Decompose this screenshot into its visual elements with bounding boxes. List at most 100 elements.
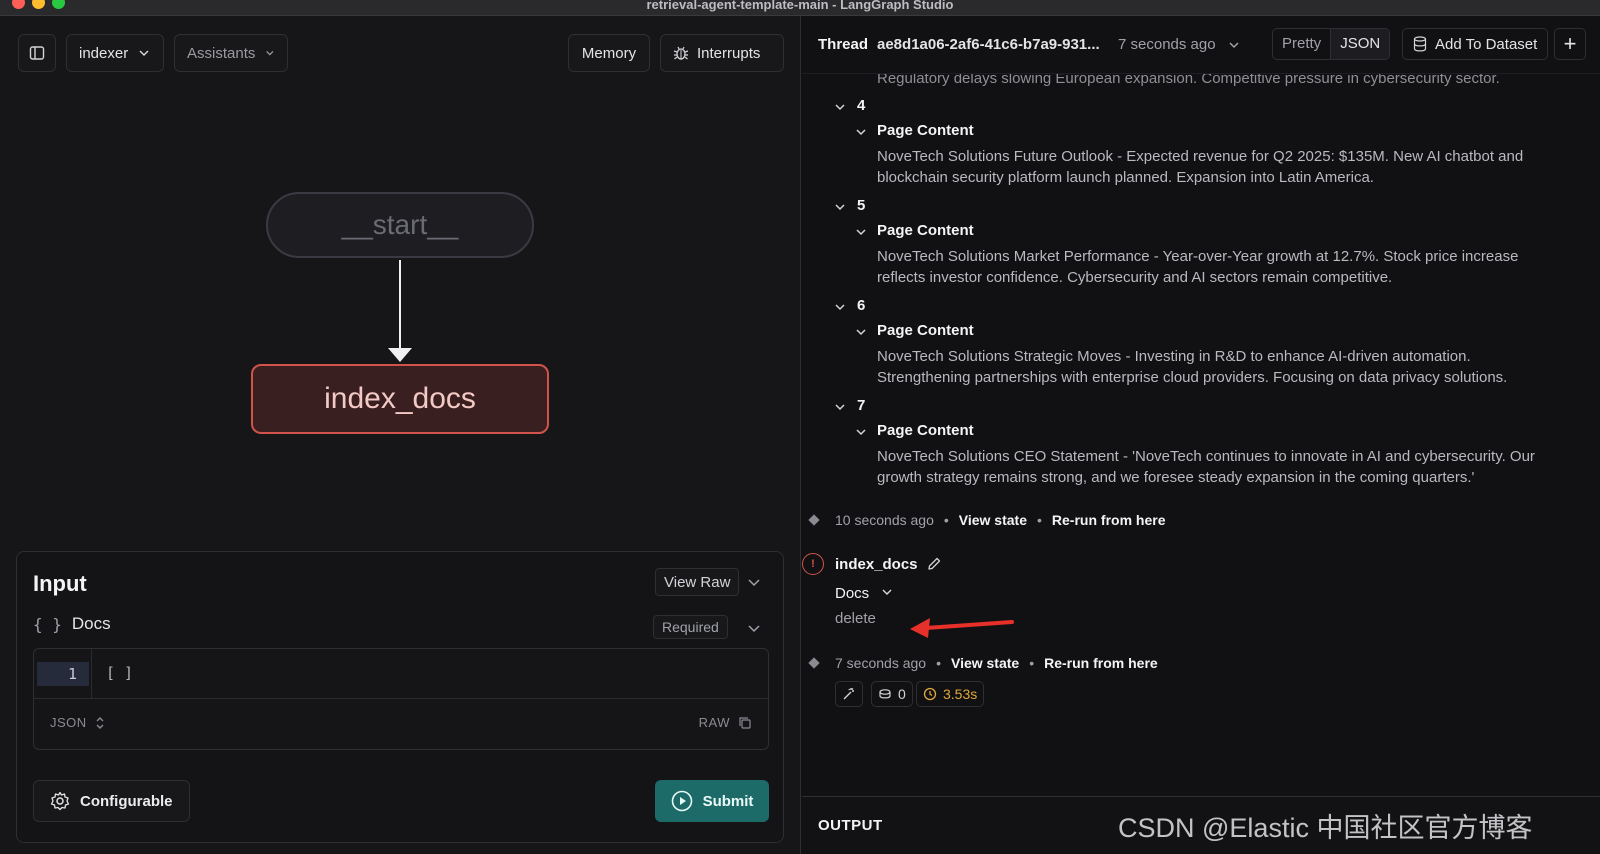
json-editor[interactable]: 1 [ ] JSON RAW: [33, 648, 769, 750]
chevron-down-icon[interactable]: [834, 301, 846, 313]
object-braces-icon: { }: [33, 614, 62, 634]
assistants-select[interactable]: Assistants: [174, 34, 288, 72]
submit-button[interactable]: Submit: [655, 780, 769, 822]
separator-dot: •: [943, 512, 949, 528]
chevron-down-icon: [266, 50, 274, 56]
gear-icon: [50, 791, 70, 811]
pencil-icon[interactable]: [926, 556, 942, 572]
clock-icon: [923, 687, 937, 701]
node-run-field-label: Docs: [835, 585, 870, 602]
docs-label-text: Docs: [71, 614, 111, 633]
doc-field-label: Page Content: [877, 322, 974, 339]
format-label: JSON: [50, 715, 87, 730]
node-label: __start__: [341, 209, 459, 240]
latency-value: 3.53s: [943, 686, 978, 702]
assistants-label: Assistants: [187, 44, 256, 62]
thread-time: 7 seconds ago: [1118, 36, 1216, 53]
chevron-down-icon: [1229, 42, 1239, 49]
sidebar-icon: [29, 46, 45, 60]
plus-icon: +: [1563, 31, 1577, 56]
chevron-down-icon[interactable]: [855, 326, 867, 338]
chevron-down-icon[interactable]: [855, 426, 867, 438]
chevron-down-icon[interactable]: [855, 126, 867, 138]
watermark: CSDN @Elastic 中国社区官方博客: [1118, 813, 1533, 843]
view-mode-json[interactable]: JSON: [1330, 29, 1390, 59]
error-icon: !: [802, 553, 824, 575]
memory-label: Memory: [581, 44, 637, 62]
copy-icon[interactable]: [738, 716, 752, 730]
doc-page-content: NoveTech Solutions Market Performance - …: [877, 248, 1519, 286]
window-title: retrieval-agent-template-main - LangGrap…: [646, 0, 954, 12]
format-select[interactable]: JSON: [50, 715, 105, 730]
raw-label: RAW: [698, 715, 730, 730]
doc-index: 4: [857, 97, 866, 114]
collapse-input-chevron-icon[interactable]: [747, 575, 761, 589]
coins-icon: [879, 689, 891, 699]
configurable-label: Configurable: [80, 792, 173, 810]
doc-page-content: NoveTech Solutions Strategic Moves - Inv…: [877, 348, 1508, 386]
graph-pane: indexer Assistants Memory Interrupts __s…: [0, 16, 801, 854]
chevron-down-icon[interactable]: [834, 401, 846, 413]
add-to-dataset-button[interactable]: Add To Dataset: [1402, 28, 1549, 60]
graph-select[interactable]: indexer: [66, 34, 164, 72]
graph-node-index-docs[interactable]: index_docs: [251, 364, 549, 434]
collapse-docs-chevron-icon[interactable]: [747, 621, 761, 635]
view-raw-label: View Raw: [664, 573, 731, 591]
memory-button[interactable]: Memory: [568, 34, 650, 72]
chevron-down-icon[interactable]: [834, 101, 846, 113]
configurable-button[interactable]: Configurable: [33, 780, 190, 822]
graph-node-start[interactable]: __start__: [266, 192, 534, 258]
doc-index: 6: [857, 297, 866, 314]
node-error-indicator: !: [802, 553, 824, 575]
doc-index: 7: [857, 397, 866, 414]
doc-page-content: NoveTech Solutions CEO Statement - 'Nove…: [877, 448, 1535, 486]
raw-toggle[interactable]: RAW: [699, 715, 752, 730]
separator-dot: •: [936, 655, 941, 671]
chevron-down-icon[interactable]: [855, 226, 867, 238]
interrupts-label: Interrupts: [697, 44, 761, 62]
output-label: OUTPUT: [818, 817, 883, 834]
add-dataset-label: Add To Dataset: [1435, 35, 1538, 53]
checkpoint-row: 7 seconds ago • View state • Re-run from…: [835, 655, 1158, 671]
view-raw-button[interactable]: View Raw: [655, 568, 740, 596]
graph-edge: [399, 260, 401, 348]
line-gutter: 1: [34, 649, 92, 699]
window-titlebar: retrieval-agent-template-main - LangGrap…: [0, 0, 1600, 16]
checkpoint-marker: [808, 657, 820, 669]
view-state-link[interactable]: View state: [951, 655, 1019, 671]
edge-arrowhead: [388, 348, 412, 362]
rerun-link[interactable]: Re-run from here: [1044, 655, 1158, 671]
database-icon: [1413, 36, 1427, 52]
thread-id[interactable]: ae8d1a06-2af6-41c6-b7a9-931...: [877, 36, 1100, 53]
chevron-down-icon[interactable]: [834, 201, 846, 213]
doc-index: 5: [857, 197, 866, 214]
interrupts-button[interactable]: Interrupts: [660, 34, 784, 72]
doc-field-label: Page Content: [877, 422, 974, 439]
code-value[interactable]: [ ]: [106, 664, 133, 682]
doc-field-label: Page Content: [877, 222, 974, 239]
node-run-field[interactable]: Docs: [835, 585, 893, 602]
chevron-down-icon: [139, 50, 149, 57]
required-badge: Required: [653, 615, 728, 639]
submit-label: Submit: [702, 792, 754, 810]
required-label: Required: [662, 619, 719, 635]
checkpoint-time: 7 seconds ago: [835, 655, 927, 671]
latency-badge: 3.53s: [916, 681, 985, 707]
graph-select-value: indexer: [79, 44, 129, 62]
bug-icon: [673, 46, 689, 60]
view-state-link[interactable]: View state: [959, 512, 1027, 528]
rerun-link[interactable]: Re-run from here: [1052, 512, 1166, 528]
node-run-name: index_docs: [835, 556, 918, 573]
node-label: index_docs: [324, 382, 476, 415]
toggle-sidebar-button[interactable]: [18, 34, 56, 72]
editor-content[interactable]: 1 [ ]: [34, 649, 768, 699]
thread-time-select[interactable]: 7 seconds ago: [1118, 36, 1240, 53]
view-mode-toggle[interactable]: Pretty JSON: [1272, 28, 1391, 60]
doc-page-content: NoveTech Solutions Future Outlook - Expe…: [877, 148, 1524, 186]
thread-pane: Thread ae8d1a06-2af6-41c6-b7a9-931... 7 …: [802, 16, 1600, 854]
add-thread-button[interactable]: +: [1554, 28, 1586, 60]
input-title: Input: [33, 571, 87, 596]
thread-header: Thread ae8d1a06-2af6-41c6-b7a9-931... 7 …: [802, 16, 1600, 74]
checkpoint-time: 10 seconds ago: [835, 512, 934, 528]
view-mode-pretty[interactable]: Pretty: [1273, 29, 1330, 59]
